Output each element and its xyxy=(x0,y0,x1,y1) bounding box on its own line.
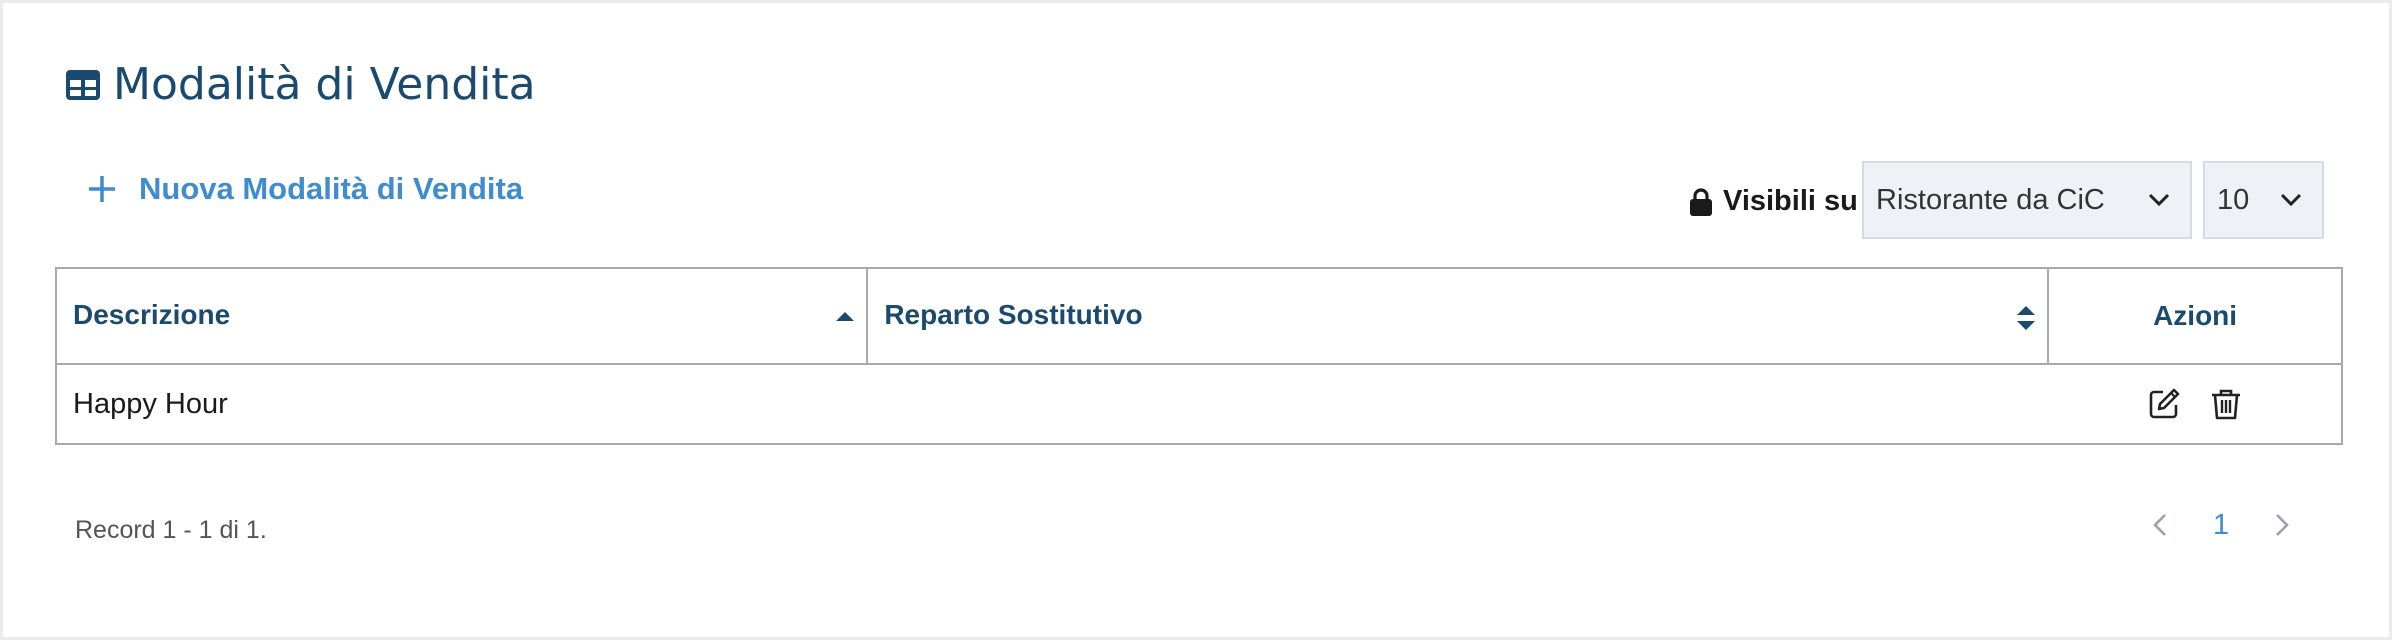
trash-icon[interactable] xyxy=(2209,387,2243,421)
column-header-azioni: Azioni xyxy=(2047,267,2343,365)
content-panel: Modalità di Vendita Nuova Modalità di Ve… xyxy=(3,3,2389,637)
cell-reparto-sostitutivo xyxy=(867,363,2049,445)
pagination: 1 xyxy=(2153,503,2289,547)
store-select[interactable]: Ristorante da CiC xyxy=(1862,161,2192,239)
column-label: Descrizione xyxy=(73,299,231,330)
sort-both-icon xyxy=(2017,306,2036,330)
column-header-descrizione[interactable]: Descrizione xyxy=(54,267,869,365)
page-title-text: Modalità di Vendita xyxy=(113,59,536,110)
cell-azioni xyxy=(2048,363,2343,445)
page-number[interactable]: 1 xyxy=(2213,509,2229,542)
visibility-label: Visibili su xyxy=(1723,185,1858,217)
lock-icon xyxy=(1690,187,1712,216)
column-label: Reparto Sostitutivo xyxy=(884,299,1143,330)
new-sales-mode-label: Nuova Modalità di Vendita xyxy=(139,171,524,206)
visibility-filter: Visibili su xyxy=(1689,185,1858,218)
chevron-down-icon xyxy=(2280,193,2302,207)
chevron-left-icon[interactable] xyxy=(2153,513,2167,537)
chevron-down-icon xyxy=(2148,193,2170,207)
page-size-select[interactable]: 10 xyxy=(2203,161,2324,239)
sales-modes-table: Descrizione Reparto Sostitutivo Azioni H… xyxy=(54,267,2343,445)
page-title: Modalità di Vendita xyxy=(65,55,536,115)
new-sales-mode-button[interactable]: Nuova Modalità di Vendita xyxy=(87,171,523,207)
table-icon xyxy=(66,70,100,100)
column-header-reparto[interactable]: Reparto Sostitutivo xyxy=(866,267,2050,365)
cell-descrizione: Happy Hour xyxy=(54,363,868,445)
page-size-value: 10 xyxy=(2217,183,2250,216)
column-label: Azioni xyxy=(2153,300,2238,331)
edit-icon[interactable] xyxy=(2147,387,2181,421)
plus-icon xyxy=(89,176,115,202)
record-info: Record 1 - 1 di 1. xyxy=(75,516,267,544)
chevron-right-icon[interactable] xyxy=(2275,513,2289,537)
sort-ascending-icon xyxy=(836,312,855,321)
store-select-value: Ristorante da CiC xyxy=(1876,183,2105,216)
table-row: Happy Hour xyxy=(54,363,2343,445)
